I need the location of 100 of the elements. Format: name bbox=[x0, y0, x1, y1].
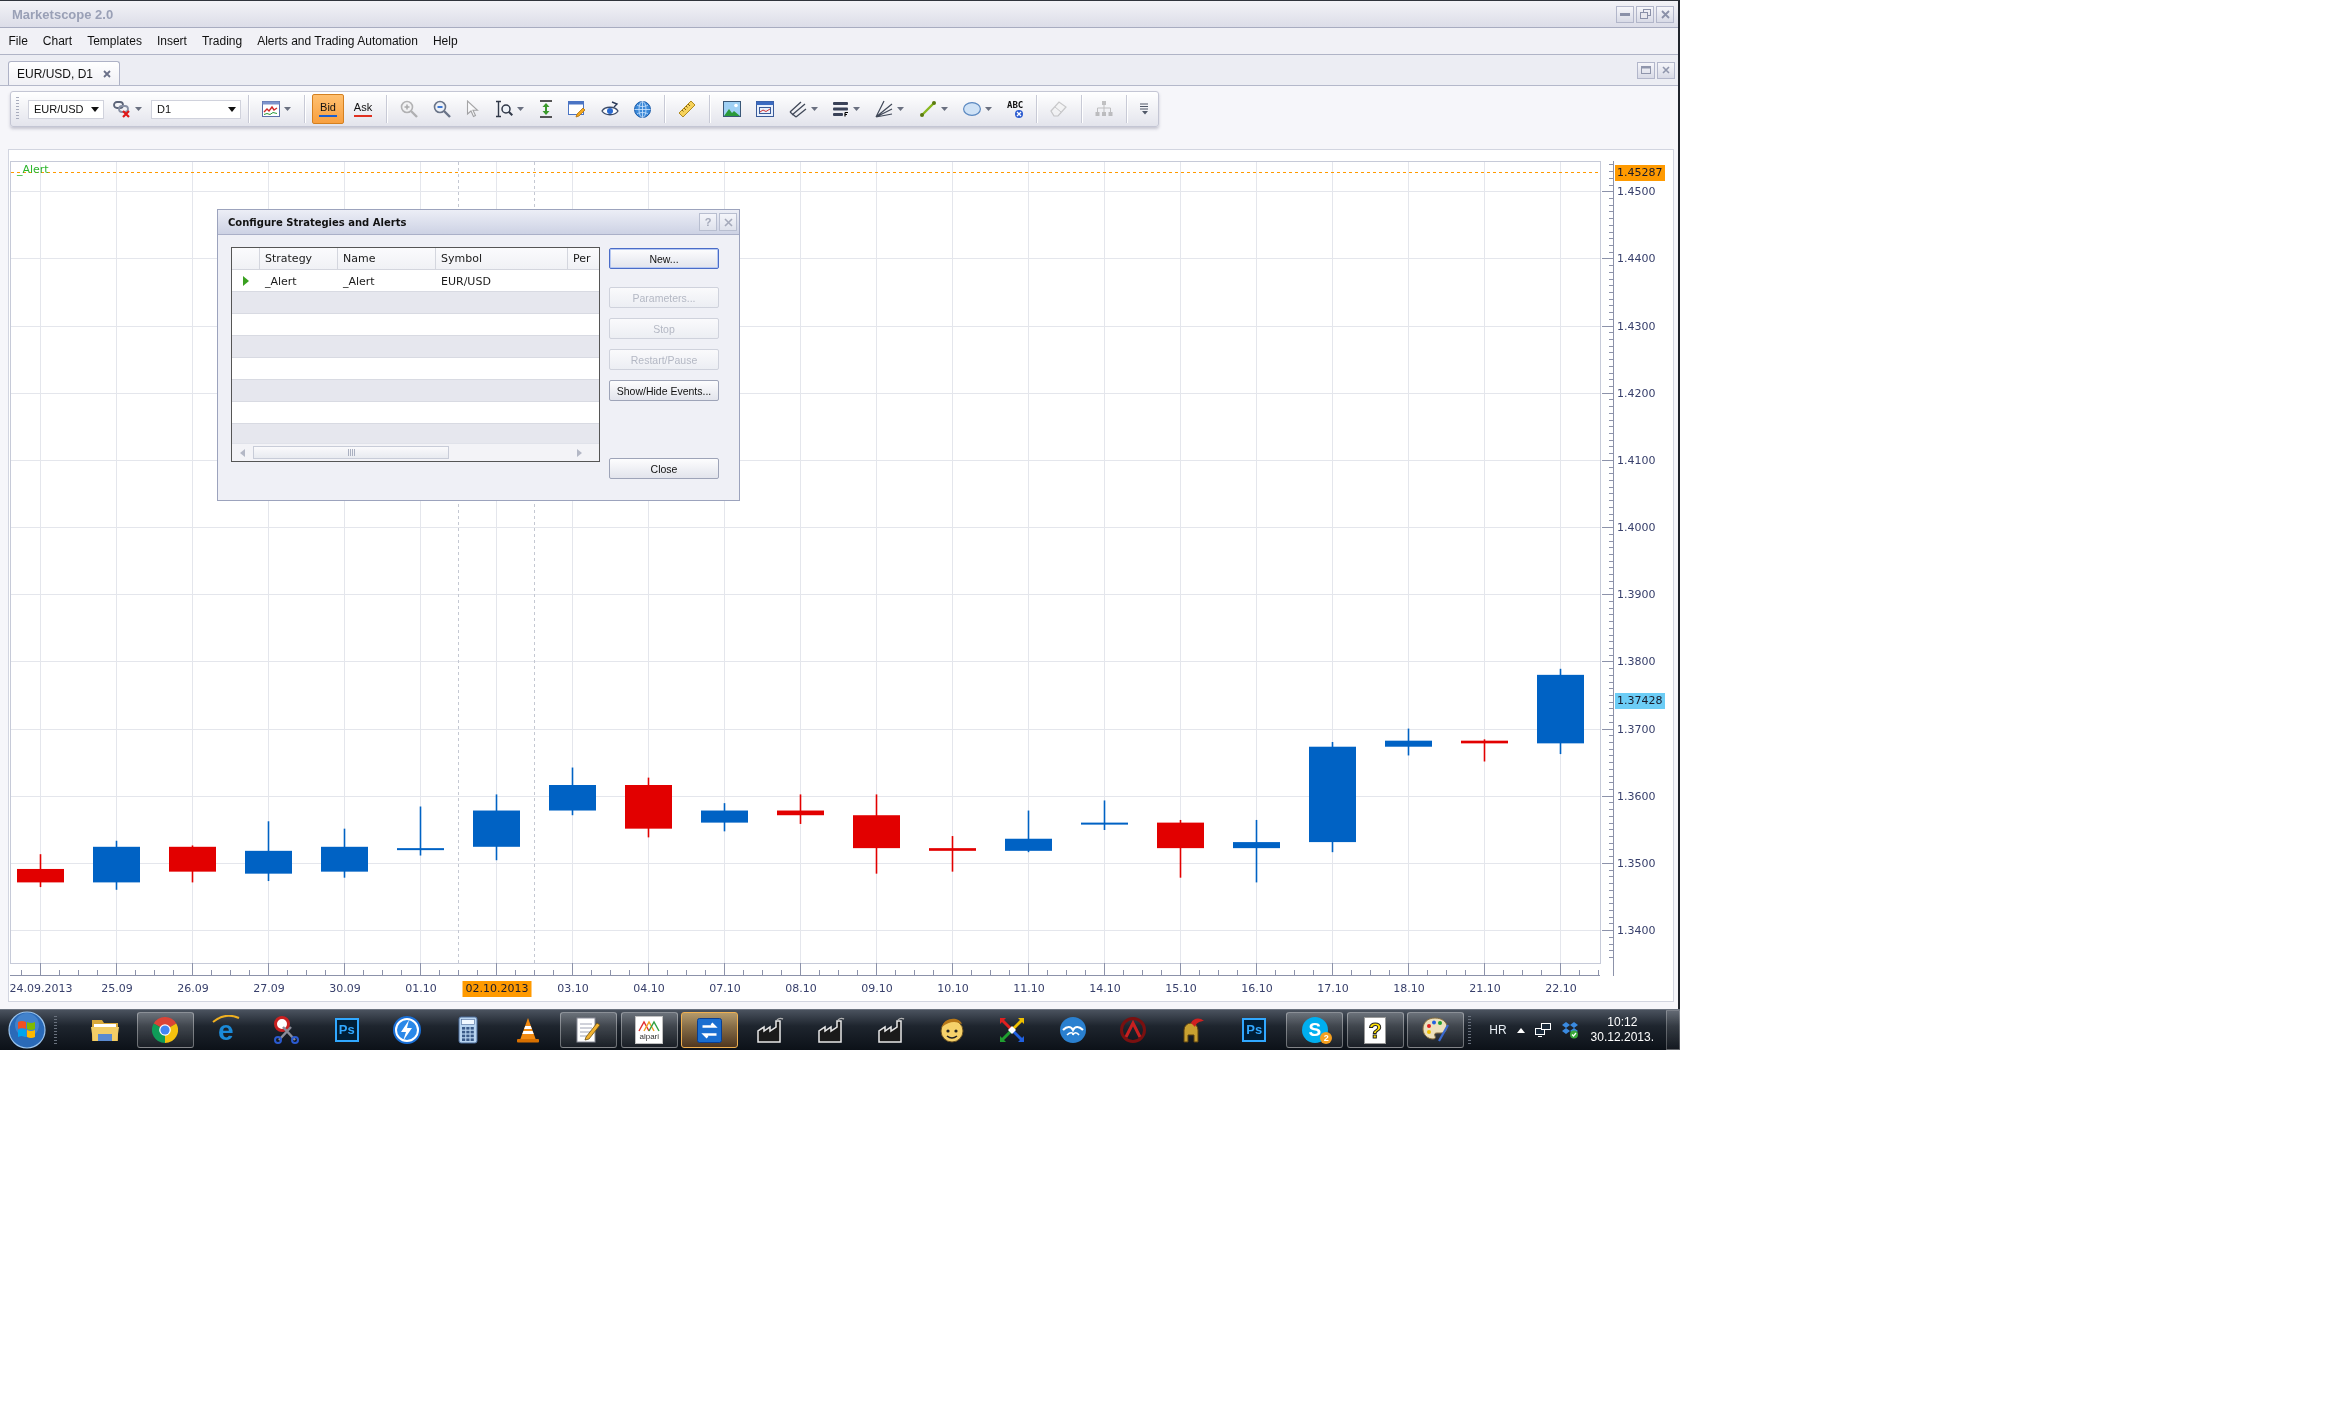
taskbar-button[interactable]: Ps bbox=[318, 1012, 376, 1048]
diagonal-lines-icon bbox=[789, 100, 807, 118]
line-segment-icon bbox=[919, 100, 937, 118]
date-label: 30.09 bbox=[328, 982, 362, 996]
document-tab[interactable]: EUR/USD, D1 bbox=[8, 61, 120, 85]
bracket-magnifier-icon bbox=[495, 100, 513, 118]
language-indicator[interactable]: HR bbox=[1489, 1023, 1507, 1037]
factory-icon bbox=[877, 1017, 906, 1043]
date-label: 07.10 bbox=[708, 982, 742, 996]
close-button[interactable] bbox=[1657, 61, 1675, 79]
cross-icon bbox=[1015, 110, 1024, 118]
column-header[interactable]: Strategy bbox=[259, 248, 337, 269]
caret-icon bbox=[853, 107, 860, 111]
menu-item[interactable]: Trading bbox=[194, 34, 250, 48]
column-header[interactable]: Per bbox=[567, 248, 599, 269]
tricolor-wheel-icon bbox=[152, 1017, 179, 1043]
window-title: Marketscope 2.0 bbox=[12, 6, 114, 22]
menu-item[interactable]: Insert bbox=[149, 34, 195, 48]
taskbar-button[interactable]: Ps bbox=[1225, 1012, 1283, 1048]
maximize-button[interactable] bbox=[1637, 61, 1655, 79]
column-header[interactable]: Symbol bbox=[435, 248, 567, 269]
taskbar-button[interactable]: alpari bbox=[620, 1012, 678, 1048]
price-label: 1.3700 bbox=[1617, 722, 1656, 737]
close-button[interactable] bbox=[1656, 5, 1674, 23]
network-icon[interactable] bbox=[1534, 1023, 1551, 1037]
letter-tile-icon: Ps bbox=[334, 1018, 359, 1042]
eraser-icon bbox=[1050, 101, 1069, 117]
start-orb-icon bbox=[8, 1011, 47, 1049]
cursor-icon bbox=[466, 100, 480, 118]
date-label: 25.09 bbox=[100, 982, 134, 996]
striped-logo-icon: alpari bbox=[635, 1016, 664, 1044]
factory-icon bbox=[816, 1017, 845, 1043]
show-desktop-button[interactable] bbox=[1666, 1010, 1680, 1050]
table-cell-text: EUR/USD bbox=[440, 273, 492, 290]
hierarchy-icon bbox=[1095, 101, 1114, 117]
crossed-arrows-icon bbox=[999, 1017, 1026, 1043]
date-label: 01.10 bbox=[404, 982, 438, 996]
maximize-icon bbox=[1641, 66, 1651, 74]
clock-time[interactable]: 10:12 bbox=[1607, 1015, 1638, 1030]
price-toggle-button[interactable]: Bid bbox=[312, 94, 344, 124]
scrollbar-thumb[interactable] bbox=[253, 446, 449, 459]
column-header[interactable]: Name bbox=[337, 248, 435, 269]
minimize-button[interactable] bbox=[1616, 5, 1634, 23]
fan-lines-icon bbox=[875, 100, 893, 118]
price-toggle-button[interactable]: Ask bbox=[347, 94, 379, 124]
line-chart-icon bbox=[262, 101, 280, 117]
caret-icon bbox=[897, 107, 904, 111]
taskbar-button[interactable] bbox=[681, 1012, 739, 1048]
restore-button[interactable] bbox=[1636, 5, 1654, 23]
candlestick bbox=[1157, 819, 1204, 879]
overflow-icon bbox=[1140, 103, 1150, 115]
price-label: 1.4200 bbox=[1617, 386, 1656, 401]
date-label: 11.10 bbox=[1012, 982, 1046, 996]
menu-item[interactable]: File bbox=[1, 34, 36, 48]
chain-link-icon bbox=[113, 100, 131, 118]
dialog-button[interactable]: Close bbox=[609, 458, 719, 479]
date-label: 17.10 bbox=[1316, 982, 1350, 996]
menu-item[interactable]: Chart bbox=[35, 34, 80, 48]
candlestick bbox=[397, 805, 444, 857]
ruler-icon bbox=[678, 100, 696, 118]
date-label: 09.10 bbox=[860, 982, 894, 996]
stacked-bars-icon bbox=[833, 101, 849, 117]
picture-icon bbox=[723, 101, 741, 117]
menu-item[interactable]: Help bbox=[425, 34, 466, 48]
dialog-button[interactable]: Show/Hide Events... bbox=[609, 380, 719, 401]
dropdown-arrow-icon bbox=[228, 106, 236, 112]
date-label: 04.10 bbox=[632, 982, 666, 996]
close-icon[interactable] bbox=[103, 69, 111, 78]
horizontal-scrollbar[interactable] bbox=[232, 443, 599, 461]
timeframe-dropdown[interactable]: D1 bbox=[151, 99, 241, 119]
toolbar-grip[interactable] bbox=[16, 97, 19, 121]
close-icon bbox=[1662, 66, 1670, 74]
menu-item[interactable]: Templates bbox=[79, 34, 150, 48]
candlestick bbox=[17, 853, 64, 888]
ellipse-icon bbox=[963, 102, 981, 116]
text-tool-button[interactable]: ABC bbox=[1001, 94, 1030, 124]
taskbar-button[interactable]: e bbox=[197, 1012, 255, 1048]
lightning-bolt-icon bbox=[393, 1016, 422, 1044]
date-label: 27.09 bbox=[252, 982, 286, 996]
date-label: 02.10.2013 bbox=[462, 981, 532, 997]
chevron-up-icon[interactable] bbox=[1516, 1027, 1525, 1033]
cartoon-face-icon bbox=[939, 1017, 964, 1043]
price-label: 1.4400 bbox=[1617, 252, 1656, 267]
dialog-button[interactable]: New... bbox=[609, 248, 719, 269]
candlestick bbox=[169, 844, 216, 884]
vertical-arrows-icon bbox=[539, 100, 553, 118]
candlestick bbox=[1005, 809, 1052, 853]
clock-date[interactable]: 30.12.2013. bbox=[1590, 1030, 1654, 1045]
menu-item[interactable]: Alerts and Trading Automation bbox=[249, 34, 426, 48]
candlestick bbox=[1081, 799, 1128, 831]
caret-icon bbox=[284, 107, 291, 111]
ring-emblem-icon bbox=[1120, 1017, 1147, 1043]
symbol-dropdown[interactable]: EUR/USD bbox=[28, 99, 104, 119]
box-check-icon[interactable] bbox=[1560, 1021, 1579, 1039]
calculator-icon bbox=[457, 1016, 478, 1044]
candlestick bbox=[1461, 738, 1508, 763]
candlestick bbox=[1385, 727, 1432, 757]
date-label: 24.09.2013 bbox=[8, 982, 74, 996]
grip-icon bbox=[347, 449, 355, 456]
restore-icon bbox=[1639, 9, 1651, 19]
